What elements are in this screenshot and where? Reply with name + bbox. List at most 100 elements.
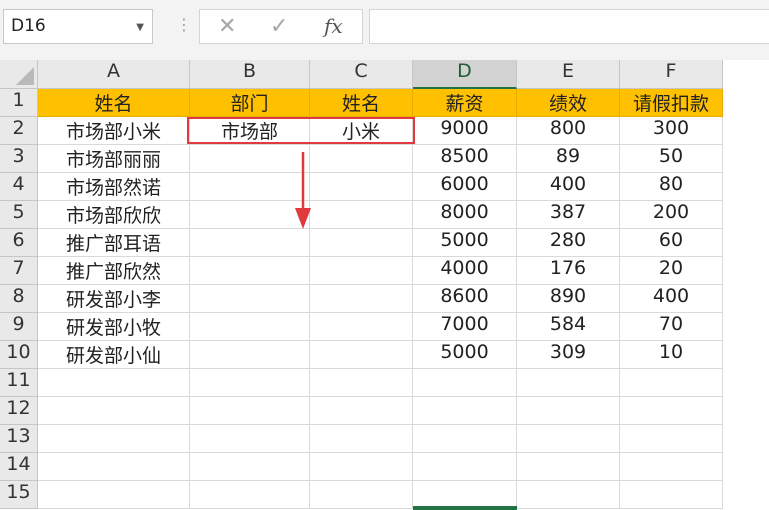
row-header-8[interactable]: 8 bbox=[0, 285, 38, 313]
insert-function-icon[interactable]: fx bbox=[324, 10, 343, 43]
cell-b5[interactable] bbox=[190, 201, 310, 229]
cell-e13[interactable] bbox=[517, 425, 620, 453]
cell-f3[interactable]: 50 bbox=[620, 145, 723, 173]
cell-a8[interactable]: 研发部小李 bbox=[38, 285, 190, 313]
cell-a5[interactable]: 市场部欣欣 bbox=[38, 201, 190, 229]
cell-d6[interactable]: 5000 bbox=[413, 229, 517, 257]
cell-f15[interactable] bbox=[620, 481, 723, 509]
column-header-a[interactable]: A bbox=[38, 60, 190, 89]
cell-f1[interactable]: 请假扣款 bbox=[620, 89, 723, 117]
cell-f10[interactable]: 10 bbox=[620, 341, 723, 369]
cell-a4[interactable]: 市场部然诺 bbox=[38, 173, 190, 201]
cell-d15[interactable] bbox=[413, 481, 517, 509]
column-header-e[interactable]: E bbox=[517, 60, 620, 89]
cell-d4[interactable]: 6000 bbox=[413, 173, 517, 201]
cell-a12[interactable] bbox=[38, 397, 190, 425]
cell-c9[interactable] bbox=[310, 313, 413, 341]
cell-c2[interactable]: 小米 bbox=[310, 117, 413, 145]
row-header-4[interactable]: 4 bbox=[0, 173, 38, 201]
cell-f5[interactable]: 200 bbox=[620, 201, 723, 229]
cell-e3[interactable]: 89 bbox=[517, 145, 620, 173]
cell-e10[interactable]: 309 bbox=[517, 341, 620, 369]
cancel-icon[interactable]: ✕ bbox=[218, 10, 236, 43]
cell-c8[interactable] bbox=[310, 285, 413, 313]
row-header-2[interactable]: 2 bbox=[0, 117, 38, 145]
cell-b4[interactable] bbox=[190, 173, 310, 201]
cell-b10[interactable] bbox=[190, 341, 310, 369]
cell-b15[interactable] bbox=[190, 481, 310, 509]
row-header-3[interactable]: 3 bbox=[0, 145, 38, 173]
cell-b1[interactable]: 部门 bbox=[190, 89, 310, 117]
cell-d11[interactable] bbox=[413, 369, 517, 397]
cell-c14[interactable] bbox=[310, 453, 413, 481]
row-header-11[interactable]: 11 bbox=[0, 369, 38, 397]
cell-d2[interactable]: 9000 bbox=[413, 117, 517, 145]
cell-a11[interactable] bbox=[38, 369, 190, 397]
cell-d5[interactable]: 8000 bbox=[413, 201, 517, 229]
row-header-15[interactable]: 15 bbox=[0, 481, 38, 509]
cell-b9[interactable] bbox=[190, 313, 310, 341]
row-header-7[interactable]: 7 bbox=[0, 257, 38, 285]
cell-a9[interactable]: 研发部小牧 bbox=[38, 313, 190, 341]
cell-e8[interactable]: 890 bbox=[517, 285, 620, 313]
cell-c3[interactable] bbox=[310, 145, 413, 173]
cell-d14[interactable] bbox=[413, 453, 517, 481]
column-header-d[interactable]: D bbox=[413, 60, 517, 89]
cell-a7[interactable]: 推广部欣然 bbox=[38, 257, 190, 285]
column-header-f[interactable]: F bbox=[620, 60, 723, 89]
cell-b7[interactable] bbox=[190, 257, 310, 285]
row-header-5[interactable]: 5 bbox=[0, 201, 38, 229]
cell-e14[interactable] bbox=[517, 453, 620, 481]
cell-a10[interactable]: 研发部小仙 bbox=[38, 341, 190, 369]
row-header-10[interactable]: 10 bbox=[0, 341, 38, 369]
cell-d7[interactable]: 4000 bbox=[413, 257, 517, 285]
cell-f9[interactable]: 70 bbox=[620, 313, 723, 341]
row-header-13[interactable]: 13 bbox=[0, 425, 38, 453]
row-header-12[interactable]: 12 bbox=[0, 397, 38, 425]
column-header-c[interactable]: C bbox=[310, 60, 413, 89]
cell-c12[interactable] bbox=[310, 397, 413, 425]
cell-e5[interactable]: 387 bbox=[517, 201, 620, 229]
cell-f8[interactable]: 400 bbox=[620, 285, 723, 313]
cell-d9[interactable]: 7000 bbox=[413, 313, 517, 341]
select-all-button[interactable] bbox=[0, 60, 38, 89]
cell-e12[interactable] bbox=[517, 397, 620, 425]
cell-c11[interactable] bbox=[310, 369, 413, 397]
cell-d12[interactable] bbox=[413, 397, 517, 425]
cell-f4[interactable]: 80 bbox=[620, 173, 723, 201]
cell-f11[interactable] bbox=[620, 369, 723, 397]
row-header-9[interactable]: 9 bbox=[0, 313, 38, 341]
cell-f13[interactable] bbox=[620, 425, 723, 453]
cell-e4[interactable]: 400 bbox=[517, 173, 620, 201]
cell-e11[interactable] bbox=[517, 369, 620, 397]
cell-c10[interactable] bbox=[310, 341, 413, 369]
column-header-b[interactable]: B bbox=[190, 60, 310, 89]
cell-b12[interactable] bbox=[190, 397, 310, 425]
cell-a6[interactable]: 推广部耳语 bbox=[38, 229, 190, 257]
cell-b11[interactable] bbox=[190, 369, 310, 397]
cell-f7[interactable]: 20 bbox=[620, 257, 723, 285]
cell-f14[interactable] bbox=[620, 453, 723, 481]
cell-d8[interactable]: 8600 bbox=[413, 285, 517, 313]
cell-c7[interactable] bbox=[310, 257, 413, 285]
chevron-down-icon[interactable]: ▼ bbox=[136, 11, 144, 44]
cell-c5[interactable] bbox=[310, 201, 413, 229]
cell-e2[interactable]: 800 bbox=[517, 117, 620, 145]
cell-c1[interactable]: 姓名 bbox=[310, 89, 413, 117]
cell-b14[interactable] bbox=[190, 453, 310, 481]
formula-input[interactable] bbox=[369, 9, 769, 44]
cell-e1[interactable]: 绩效 bbox=[517, 89, 620, 117]
cell-f12[interactable] bbox=[620, 397, 723, 425]
cell-c4[interactable] bbox=[310, 173, 413, 201]
name-box[interactable]: D16 ▼ bbox=[3, 9, 153, 44]
cell-b2[interactable]: 市场部 bbox=[190, 117, 310, 145]
cell-a2[interactable]: 市场部小米 bbox=[38, 117, 190, 145]
drag-handle-icon[interactable]: ⋮ bbox=[176, 14, 192, 36]
cell-a14[interactable] bbox=[38, 453, 190, 481]
cell-e15[interactable] bbox=[517, 481, 620, 509]
cell-e7[interactable]: 176 bbox=[517, 257, 620, 285]
cell-b6[interactable] bbox=[190, 229, 310, 257]
cell-b13[interactable] bbox=[190, 425, 310, 453]
cell-c13[interactable] bbox=[310, 425, 413, 453]
cell-a13[interactable] bbox=[38, 425, 190, 453]
